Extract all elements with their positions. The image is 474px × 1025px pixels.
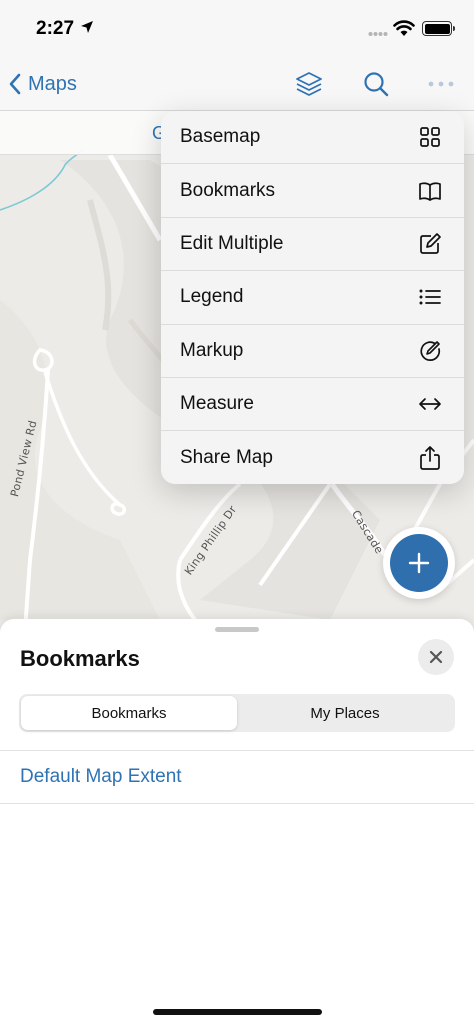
- menu-item-label: Markup: [180, 339, 244, 361]
- share-icon: [418, 446, 442, 470]
- segmented-control: Bookmarks My Places: [19, 694, 455, 732]
- more-button[interactable]: [425, 68, 457, 100]
- layers-button[interactable]: [293, 68, 325, 100]
- plus-icon: [408, 552, 430, 574]
- wifi-icon: [393, 20, 415, 36]
- double-arrow-icon: [418, 392, 442, 416]
- signal-icon: [368, 32, 388, 36]
- close-icon: [429, 650, 443, 664]
- search-button[interactable]: [360, 68, 392, 100]
- list-icon: [418, 285, 442, 309]
- status-bar: 2:27: [0, 0, 474, 56]
- search-icon: [364, 72, 389, 97]
- sheet-title: Bookmarks: [20, 646, 140, 671]
- menu-item-label: Bookmarks: [180, 179, 276, 201]
- markup-pen-icon: [418, 339, 442, 363]
- menu-item-label: Legend: [180, 286, 244, 308]
- bookmark-label: Default Map Extent: [20, 766, 182, 787]
- menu-item-label: Share Map: [180, 447, 273, 469]
- list-item[interactable]: Default Map Extent: [0, 751, 474, 804]
- chevron-left-icon: [9, 73, 21, 95]
- add-button[interactable]: [390, 534, 448, 592]
- menu-item-label: Edit Multiple: [180, 232, 284, 254]
- more-menu: Basemap Bookmarks Edit Multiple Legend M…: [161, 111, 464, 484]
- segment-my-places[interactable]: My Places: [237, 696, 453, 730]
- menu-item-legend[interactable]: Legend: [161, 271, 464, 325]
- status-time: 2:27: [36, 18, 75, 39]
- menu-item-share-map[interactable]: Share Map: [161, 431, 464, 484]
- menu-item-label: Measure: [180, 393, 254, 415]
- sheet-grabber[interactable]: [215, 627, 259, 632]
- book-icon: [418, 179, 442, 203]
- ellipsis-icon: [428, 81, 454, 87]
- menu-item-measure[interactable]: Measure: [161, 378, 464, 432]
- grid-icon: [418, 125, 442, 149]
- edit-square-icon: [418, 232, 442, 256]
- layers-icon: [296, 72, 322, 96]
- back-button[interactable]: Maps: [8, 66, 77, 102]
- segment-bookmarks[interactable]: Bookmarks: [21, 696, 237, 730]
- location-arrow-icon: [81, 21, 93, 33]
- close-button[interactable]: [418, 639, 454, 675]
- back-button-label: Maps: [28, 72, 77, 95]
- menu-item-basemap[interactable]: Basemap: [161, 111, 464, 165]
- home-indicator: [153, 1009, 322, 1015]
- menu-item-edit-multiple[interactable]: Edit Multiple: [161, 218, 464, 272]
- bookmarks-sheet: Bookmarks Bookmarks My Places Default Ma…: [0, 619, 474, 1025]
- battery-icon: [422, 21, 455, 36]
- menu-item-bookmarks[interactable]: Bookmarks: [161, 164, 464, 218]
- menu-item-markup[interactable]: Markup: [161, 325, 464, 378]
- menu-item-label: Basemap: [180, 126, 261, 148]
